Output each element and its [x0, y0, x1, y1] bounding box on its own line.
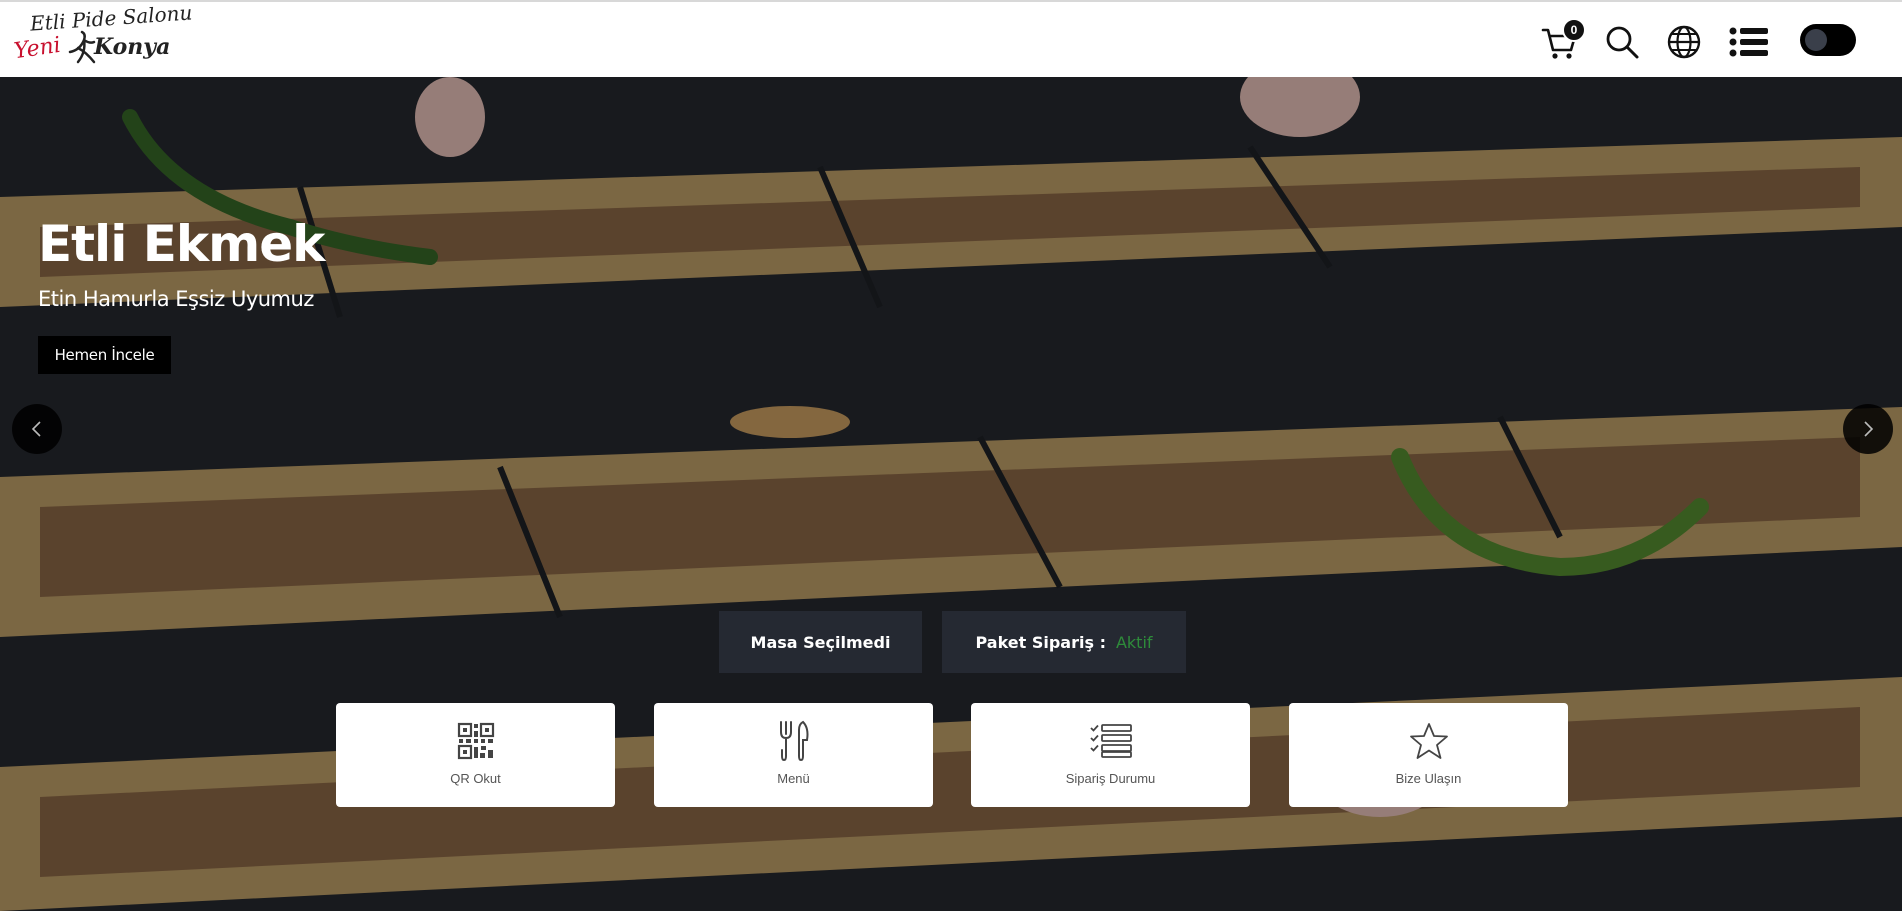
logo-brand-text: Konya: [94, 34, 171, 60]
table-status-button[interactable]: Masa Seçilmedi: [719, 611, 922, 673]
fork-knife-icon: [779, 720, 808, 762]
cart-count-badge: 0: [1562, 18, 1586, 42]
contact-card[interactable]: Bize Ulaşın: [1289, 703, 1568, 807]
logo-script-text: Yeni: [12, 32, 63, 65]
order-status-card[interactable]: Sipariş Durumu: [971, 703, 1250, 807]
menu-label: Menü: [777, 771, 810, 786]
logo[interactable]: Etli Pide Salonu Yeni Konya: [12, 0, 193, 76]
hero-subtitle: Etin Hamurla Eşsiz Uyumuz: [38, 287, 314, 311]
chevron-right-icon: [1864, 421, 1874, 437]
toggle-knob: [1805, 29, 1827, 51]
contact-label: Bize Ulaşın: [1395, 771, 1462, 786]
checklist-icon: [1089, 724, 1132, 758]
qr-code-icon: [457, 722, 494, 760]
package-order-label: Paket Sipariş :: [975, 632, 1106, 652]
star-icon: [1409, 723, 1448, 759]
hero-background-image: [0, 77, 1902, 911]
hero-title: Etli Ekmek: [38, 215, 325, 273]
hero-caption: Etli Ekmek Etin Hamurla Eşsiz Uyumuz: [38, 215, 325, 311]
cart-button[interactable]: 0: [1538, 18, 1586, 64]
package-order-status[interactable]: Paket Sipariş : Aktif: [942, 611, 1186, 673]
logo-top-text: Etli Pide Salonu: [29, 0, 194, 36]
search-button[interactable]: [1600, 20, 1644, 64]
globe-icon: [1667, 25, 1701, 59]
menu-list-button[interactable]: [1724, 20, 1774, 64]
hero-cta-button[interactable]: Hemen İncele: [38, 336, 171, 374]
slider-prev-button[interactable]: [12, 404, 62, 454]
search-icon: [1606, 26, 1639, 59]
menu-card[interactable]: Menü: [654, 703, 933, 807]
chevron-left-icon: [31, 421, 41, 437]
package-order-value: Aktif: [1115, 632, 1153, 652]
slider-next-button[interactable]: [1843, 404, 1893, 454]
order-status-label: Sipariş Durumu: [1065, 771, 1156, 786]
table-status-label: Masa Seçilmedi: [750, 632, 891, 652]
list-icon: [1729, 27, 1768, 57]
qr-scan-card[interactable]: QR Okut: [336, 703, 615, 807]
site-header: Etli Pide Salonu Yeni Konya 0: [0, 0, 1902, 77]
hero-slider: Etli Ekmek Etin Hamurla Eşsiz Uyumuz Hem…: [0, 77, 1902, 911]
theme-toggle[interactable]: [1800, 24, 1856, 56]
language-button[interactable]: [1662, 20, 1706, 64]
qr-scan-label: QR Okut: [450, 771, 501, 786]
